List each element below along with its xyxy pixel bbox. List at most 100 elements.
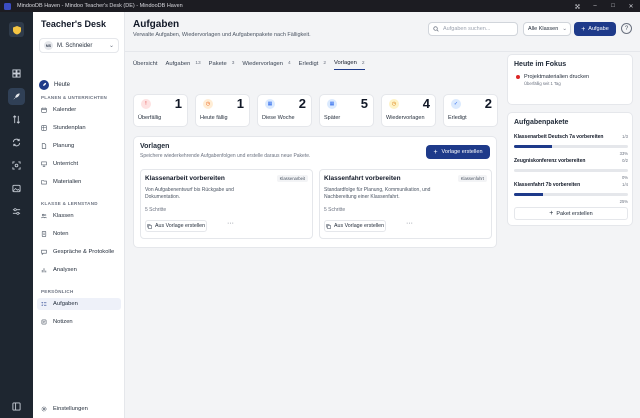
sidebar-item-einstellungen[interactable]: Einstellungen bbox=[37, 403, 121, 415]
stat-card-heute-faellig[interactable]: ◷ 1 Heute fällig bbox=[195, 94, 250, 127]
calendar-icon: ▦ bbox=[327, 99, 337, 109]
sidebar-item-unterricht[interactable]: Unterricht bbox=[37, 158, 121, 170]
tab-uebersicht[interactable]: Übersicht bbox=[133, 61, 157, 70]
sidebar-item-noten[interactable]: Noten bbox=[37, 228, 121, 240]
sidebar-item-label: Noten bbox=[53, 231, 69, 237]
stat-label: Überfällig bbox=[138, 115, 162, 121]
stat-card-erledigt[interactable]: ✓ 2 Erledigt bbox=[443, 94, 498, 127]
transfer-icon[interactable] bbox=[8, 111, 25, 128]
sidebar-item-gespraeche[interactable]: Gespräche & Protokolle bbox=[37, 246, 121, 258]
app-brand-name: Teacher's Desk bbox=[41, 19, 107, 29]
search-icon bbox=[433, 26, 439, 32]
stat-card-wiedervorlagen[interactable]: ◷ 4 Wiedervorlagen bbox=[381, 94, 436, 127]
add-task-button[interactable]: + Aufgabe bbox=[574, 22, 616, 36]
templates-panel: Vorlagen Speichere wiederkehrende Aufgab… bbox=[133, 136, 497, 248]
sidebar-item-label: Aufgaben bbox=[53, 301, 78, 307]
create-from-template-label: Aus Vorlage erstellen bbox=[154, 223, 206, 229]
template-badge: Klassenfahrt bbox=[457, 175, 487, 182]
plus-icon: + bbox=[433, 148, 438, 156]
plus-icon: + bbox=[581, 25, 586, 33]
rocket-icon[interactable] bbox=[8, 88, 25, 105]
sidebar-item-label: Gespräche & Protokolle bbox=[53, 249, 115, 255]
tab-wiedervorlagen[interactable]: Wiedervorlagen 4 bbox=[242, 61, 290, 70]
sidebar-item-stundenplan[interactable]: Stundenplan bbox=[37, 122, 121, 134]
help-button[interactable]: ? bbox=[621, 23, 632, 34]
minimize-button[interactable]: – bbox=[586, 0, 604, 12]
sidebar: Teacher's Desk MS M. Schneider ⌄ Heute P… bbox=[33, 12, 125, 418]
user-selector[interactable]: MS M. Schneider ⌄ bbox=[39, 38, 119, 53]
window-titlebar: MindooDB Haven - Mindoo Teacher's Desk (… bbox=[0, 0, 640, 12]
header-divider bbox=[125, 51, 640, 52]
copy-icon bbox=[326, 223, 331, 229]
focus-item[interactable]: Projektmaterialien drucken bbox=[516, 74, 589, 80]
sidebar-item-klassen[interactable]: Klassen bbox=[37, 210, 121, 222]
main-content: Aufgaben Verwalte Aufgaben, Wiedervorlag… bbox=[125, 12, 640, 418]
gallery-icon[interactable] bbox=[8, 180, 25, 197]
chevron-down-icon: ⌄ bbox=[562, 26, 567, 32]
sidebar-item-kalender[interactable]: Kalender bbox=[37, 104, 121, 116]
stat-card-spaeter[interactable]: ▦ 5 Später bbox=[319, 94, 374, 127]
sidebar-item-label: Heute bbox=[54, 82, 71, 88]
create-template-label: Vorlage erstellen bbox=[441, 149, 483, 155]
tab-count: 2 bbox=[323, 61, 326, 66]
sidebar-item-heute[interactable]: Heute bbox=[39, 80, 70, 90]
sidebar-item-label: Klassen bbox=[53, 213, 74, 219]
create-from-template-button[interactable]: Aus Vorlage erstellen bbox=[145, 220, 207, 232]
sync-icon[interactable] bbox=[8, 134, 25, 151]
stat-value: 2 bbox=[484, 96, 492, 111]
tab-count: 13 bbox=[195, 61, 201, 66]
avatar: MS bbox=[44, 41, 53, 50]
stat-card-ueberfaellig[interactable]: ! 1 Überfällig bbox=[133, 94, 188, 127]
schedule-icon bbox=[41, 125, 47, 131]
sidebar-item-materialien[interactable]: Materialien bbox=[37, 176, 121, 188]
status-dot-icon bbox=[516, 75, 520, 79]
template-title: Klassenarbeit vorbereiten bbox=[145, 175, 225, 182]
more-icon[interactable]: ··· bbox=[406, 220, 413, 227]
notebook-icon bbox=[41, 231, 47, 237]
create-template-button[interactable]: + Vorlage erstellen bbox=[426, 145, 490, 159]
create-from-template-button[interactable]: Aus Vorlage erstellen bbox=[324, 220, 386, 232]
alert-circle-icon: ! bbox=[141, 99, 151, 109]
progress-fill bbox=[514, 193, 543, 196]
search-box[interactable] bbox=[428, 22, 518, 36]
user-name: M. Schneider bbox=[57, 42, 93, 49]
icon-rail bbox=[0, 12, 33, 418]
class-select-value: Alle Klassen bbox=[528, 26, 559, 32]
panel-toggle-icon[interactable] bbox=[8, 398, 25, 415]
sidebar-item-notizen[interactable]: Notizen bbox=[37, 316, 121, 328]
class-select[interactable]: Alle Klassen ⌄ bbox=[523, 22, 571, 36]
tab-erledigt[interactable]: Erledigt 2 bbox=[299, 61, 326, 70]
brand-shield-icon[interactable] bbox=[9, 22, 24, 37]
stat-value: 1 bbox=[236, 96, 244, 111]
search-input[interactable] bbox=[443, 26, 515, 32]
rocket-icon bbox=[39, 80, 49, 90]
tab-vorlagen[interactable]: Vorlagen 2 bbox=[334, 60, 365, 70]
tab-pakete[interactable]: Pakete 3 bbox=[209, 61, 235, 70]
stat-card-diese-woche[interactable]: ▦ 2 Diese Woche bbox=[257, 94, 312, 127]
stat-label: Wiedervorlagen bbox=[386, 115, 425, 121]
calendar-icon bbox=[41, 107, 47, 113]
more-icon[interactable]: ··· bbox=[227, 220, 234, 227]
dashboard-icon[interactable] bbox=[8, 65, 25, 82]
sliders-icon[interactable] bbox=[8, 203, 25, 220]
tab-bar: Übersicht Aufgaben 13 Pakete 3 Wiedervorla… bbox=[133, 58, 373, 72]
create-package-button[interactable]: + Paket erstellen bbox=[514, 207, 628, 220]
package-count: 1/3 bbox=[622, 134, 628, 139]
sidebar-item-analysen[interactable]: Analysen bbox=[37, 264, 121, 276]
scan-icon[interactable] bbox=[8, 157, 25, 174]
sidebar-item-label: Analysen bbox=[53, 267, 77, 273]
clock-icon: ◷ bbox=[203, 99, 213, 109]
sidebar-item-planung[interactable]: Planung bbox=[37, 140, 121, 152]
chevron-down-icon: ⌄ bbox=[108, 43, 114, 49]
tab-aufgaben[interactable]: Aufgaben 13 bbox=[165, 61, 200, 70]
presentation-icon bbox=[41, 161, 47, 167]
extensions-icon[interactable] bbox=[568, 0, 586, 12]
sidebar-item-aufgaben[interactable]: Aufgaben bbox=[37, 298, 121, 310]
stat-value: 1 bbox=[174, 96, 182, 111]
close-button[interactable]: ✕ bbox=[622, 0, 640, 12]
sidebar-item-label: Unterricht bbox=[53, 161, 79, 167]
app-logo-icon bbox=[4, 2, 11, 10]
template-badge: Klassenarbeit bbox=[276, 175, 308, 182]
maximize-button[interactable]: □ bbox=[604, 0, 622, 12]
focus-item-status: Überfällig seit 1 Tag bbox=[524, 81, 561, 86]
